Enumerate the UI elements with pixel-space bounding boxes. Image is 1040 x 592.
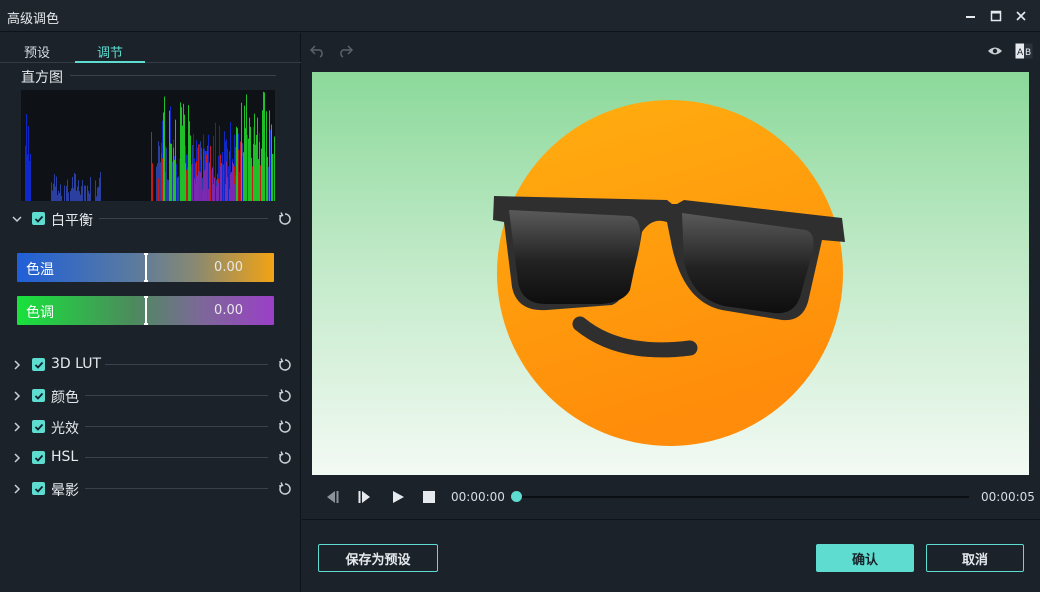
section-hsl[interactable]: HSL [0,446,301,470]
histogram-label: 直方图 [21,70,63,86]
window-title: 高级调色 [7,12,60,27]
next-frame-icon [358,491,370,503]
stop-icon [423,491,435,503]
tab-presets[interactable]: 预设 [24,42,50,61]
reset-icon[interactable] [278,451,292,465]
section-label: 光效 [51,421,79,437]
reset-icon[interactable] [278,212,292,226]
section-label: HSL [51,449,79,465]
ab-compare-icon[interactable]: AB [1014,42,1034,60]
section-white-balance[interactable]: 白平衡 [0,207,301,231]
slider-label: 色温 [26,262,54,278]
redo-icon[interactable] [335,42,355,60]
cancel-button[interactable]: 取消 [926,544,1024,572]
slider-handle[interactable] [144,296,148,325]
section-vignette[interactable]: 晕影 [0,477,301,501]
hsl-checkbox[interactable] [32,451,45,464]
slider-label: 色调 [26,305,54,321]
divider [85,395,268,396]
section-3d-lut[interactable]: 3D LUT [0,353,301,377]
section-label: 3D LUT [51,356,102,372]
divider [99,218,268,219]
checkmark-icon [34,423,43,431]
video-preview [312,72,1029,475]
chevron-right-icon[interactable] [11,452,23,464]
chevron-right-icon[interactable] [11,390,23,402]
section-color[interactable]: 颜色 [0,384,301,408]
playback-bar: 00:00:00 00:00:05 [302,476,1040,520]
confirm-button[interactable]: 确认 [816,544,914,572]
reset-icon[interactable] [278,358,292,372]
minimize-button[interactable] [961,6,981,26]
divider [105,364,268,365]
slider-value[interactable]: 0.00 [214,303,243,318]
emoji-preview-image [493,100,845,446]
tab-bar: 预设 调节 [0,33,301,63]
close-button[interactable] [1011,6,1031,26]
total-time: 00:00:05 [981,490,1035,504]
timeline-track[interactable] [516,496,969,498]
checkmark-icon [34,215,43,223]
chevron-right-icon[interactable] [11,483,23,495]
play-button[interactable] [389,489,407,505]
lut-checkbox[interactable] [32,358,45,371]
previous-frame-icon [327,491,339,503]
title-bar: 高级调色 [0,0,1040,32]
color-checkbox[interactable] [32,389,45,402]
save-preset-button[interactable]: 保存为预设 [318,544,438,572]
svg-text:A: A [1017,48,1024,58]
close-icon [1016,11,1026,21]
timeline-playhead[interactable] [511,491,522,502]
svg-text:B: B [1025,48,1031,58]
chevron-right-icon[interactable] [11,359,23,371]
divider [70,75,276,76]
reset-icon[interactable] [278,389,292,403]
reset-icon[interactable] [278,482,292,496]
checkmark-icon [34,485,43,493]
vignette-checkbox[interactable] [32,482,45,495]
tint-slider[interactable]: 色调 0.00 [17,296,274,325]
adjust-panel: 预设 调节 直方图 白平衡 色温 0.00 色调 0.00 3D LUT 颜色 … [0,33,301,592]
divider [85,426,268,427]
next-frame-button[interactable] [356,489,374,505]
maximize-icon [990,10,1002,22]
current-time: 00:00:00 [451,490,505,504]
eye-icon[interactable] [985,42,1005,60]
checkmark-icon [34,454,43,462]
reset-icon[interactable] [278,420,292,434]
dialog-footer: 保存为预设 确认 取消 [302,521,1040,592]
chevron-right-icon[interactable] [11,421,23,433]
section-label: 白平衡 [51,213,93,229]
histogram [21,90,275,201]
tab-adjust[interactable]: 调节 [97,42,123,61]
light-checkbox[interactable] [32,420,45,433]
preview-toolbar: AB [302,33,1040,71]
section-label: 颜色 [51,390,79,406]
section-light[interactable]: 光效 [0,415,301,439]
slider-value[interactable]: 0.00 [214,260,243,275]
divider [85,488,268,489]
section-label: 晕影 [51,483,79,499]
checkmark-icon [34,392,43,400]
checkmark-icon [34,361,43,369]
previous-frame-button[interactable] [323,489,341,505]
maximize-button[interactable] [986,6,1006,26]
stop-button[interactable] [420,489,438,505]
active-tab-indicator [75,61,145,63]
divider [85,457,268,458]
undo-icon[interactable] [308,42,328,60]
chevron-down-icon[interactable] [11,213,23,225]
minimize-icon [966,16,975,18]
temperature-slider[interactable]: 色温 0.00 [17,253,274,282]
play-icon [393,491,404,503]
slider-handle[interactable] [144,253,148,282]
white-balance-checkbox[interactable] [32,212,45,225]
